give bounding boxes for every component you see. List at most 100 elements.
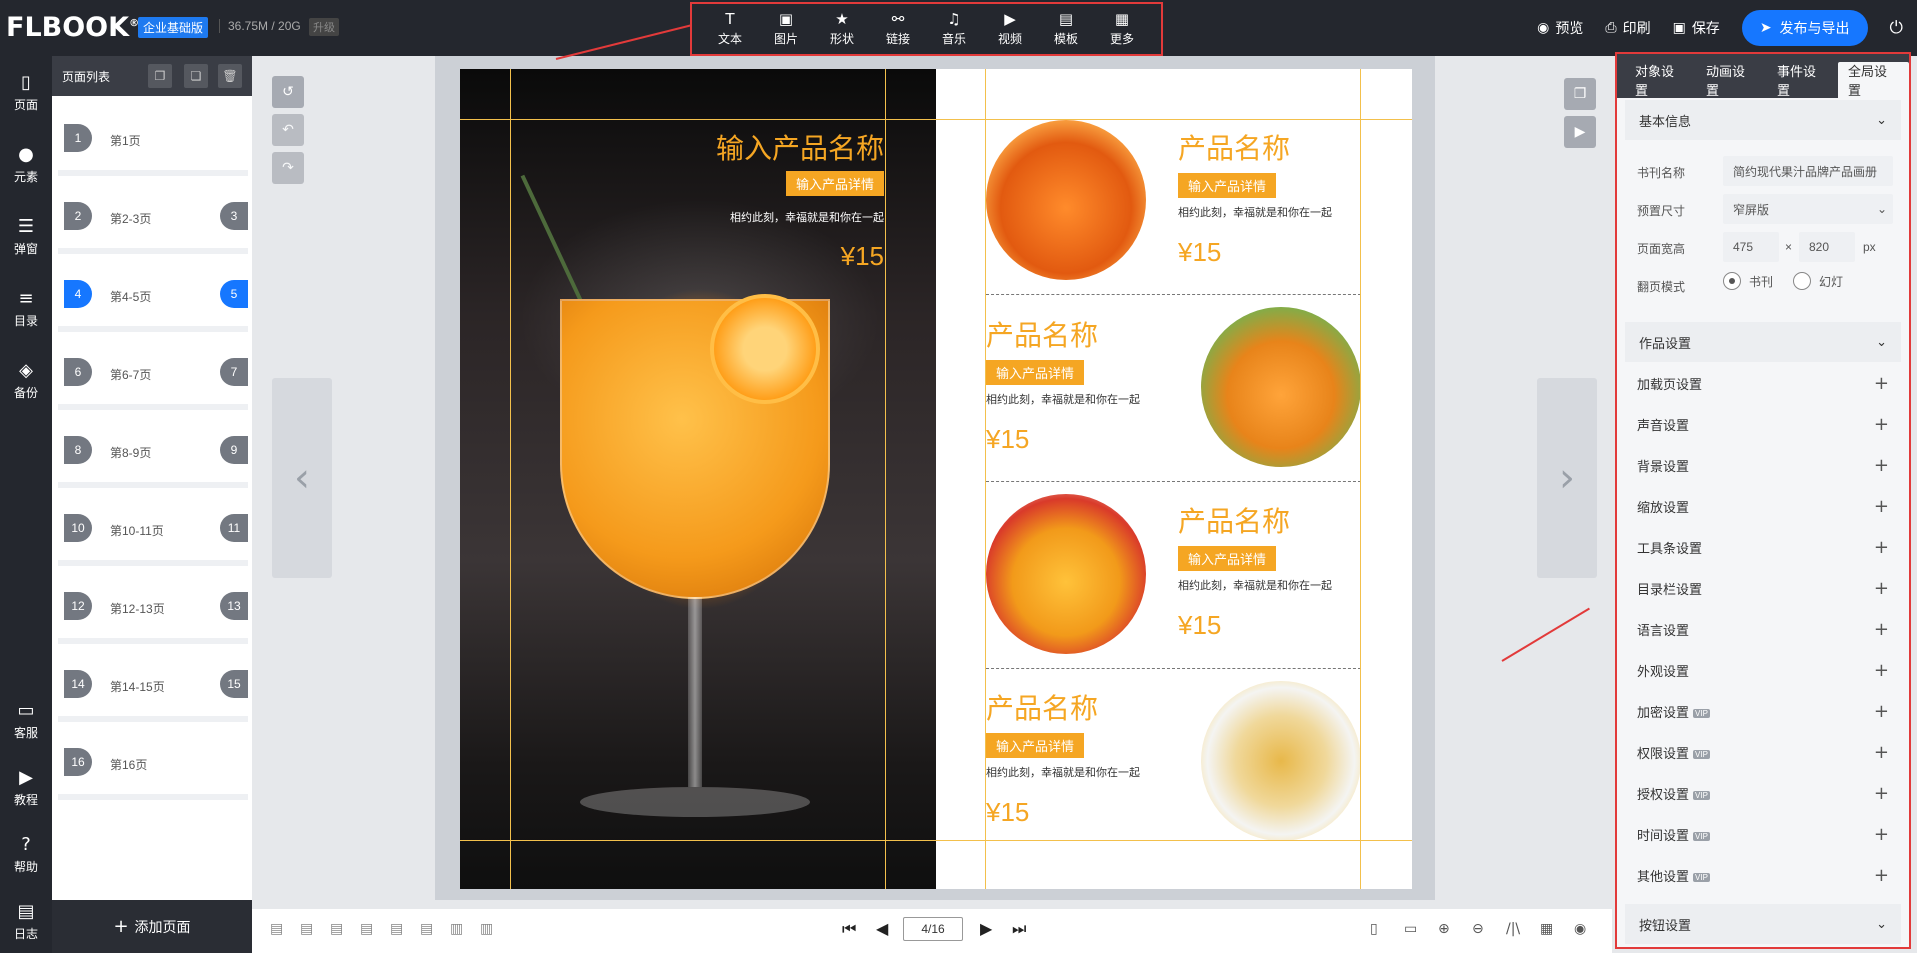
- tab-object[interactable]: 对象设置: [1625, 62, 1696, 98]
- product-image-3[interactable]: [986, 494, 1146, 654]
- undo-icon[interactable]: ↶: [272, 114, 304, 146]
- nav-backup[interactable]: ◈ 备份: [0, 360, 52, 401]
- page-row-active[interactable]: 4 第4-5页 5: [58, 262, 248, 332]
- next-page-arrow-icon[interactable]: ›: [1537, 378, 1597, 578]
- setting-row[interactable]: 目录栏设置 +: [1625, 568, 1901, 609]
- product-price-4[interactable]: ¥15: [986, 797, 1029, 828]
- product-title-3[interactable]: 产品名称: [1178, 500, 1290, 540]
- copy-page-icon[interactable]: ❐: [148, 64, 172, 88]
- page-width-input[interactable]: 475: [1723, 232, 1779, 262]
- setting-row[interactable]: 加载页设置 +: [1625, 363, 1901, 404]
- page-row[interactable]: 10 第10-11页 11: [58, 496, 248, 566]
- product-title-1[interactable]: 产品名称: [1178, 127, 1290, 167]
- add-page-button[interactable]: + 添加页面: [52, 900, 252, 953]
- left-page[interactable]: 输入产品名称 输入产品详情 相约此刻，幸福就是和你在一起 ¥15: [460, 69, 936, 889]
- page-number-input[interactable]: 4/16: [903, 917, 963, 941]
- product-tag-3[interactable]: 输入产品详情: [1178, 546, 1277, 571]
- redo-icon[interactable]: ↷: [272, 152, 304, 184]
- settings-icon[interactable]: ◉: [1574, 921, 1586, 937]
- tool-video[interactable]: ▶ 视频: [982, 4, 1038, 54]
- product-image-4[interactable]: [1201, 681, 1361, 841]
- button-settings-header[interactable]: 按钮设置 ⌄: [1625, 904, 1901, 944]
- left-product-tag[interactable]: 输入产品详情: [785, 171, 884, 196]
- product-tag-2[interactable]: 输入产品详情: [986, 360, 1085, 385]
- nav-tutorial[interactable]: ▶ 教程: [0, 767, 52, 808]
- product-slogan-2[interactable]: 相约此刻，幸福就是和你在一起: [986, 391, 1140, 407]
- tool-text[interactable]: T 文本: [702, 4, 758, 54]
- duplicate-page-icon[interactable]: ❏: [184, 64, 208, 88]
- tool-template[interactable]: ▤ 模板: [1038, 4, 1094, 54]
- page-row[interactable]: 14 第14-15页 15: [58, 652, 248, 722]
- align-center-icon[interactable]: ▤: [300, 921, 313, 937]
- distribute-h-icon[interactable]: ▥: [450, 921, 463, 937]
- product-image-2[interactable]: [1201, 307, 1361, 467]
- history-icon[interactable]: ↺: [272, 76, 304, 108]
- product-tag-1[interactable]: 输入产品详情: [1178, 173, 1277, 198]
- last-page-icon[interactable]: ⏭: [1012, 919, 1026, 939]
- ruler-icon[interactable]: /|\: [1506, 921, 1520, 937]
- tool-more[interactable]: ▦ 更多: [1094, 4, 1150, 54]
- left-product-price[interactable]: ¥15: [841, 241, 884, 272]
- product-slogan-1[interactable]: 相约此刻，幸福就是和你在一起: [1178, 204, 1332, 220]
- setting-row[interactable]: 声音设置 +: [1625, 404, 1901, 445]
- power-icon[interactable]: ⏻: [1890, 18, 1903, 38]
- nav-support[interactable]: ▭ 客服: [0, 700, 52, 741]
- delete-page-icon[interactable]: 🗑: [218, 64, 242, 88]
- tab-animation[interactable]: 动画设置: [1696, 62, 1767, 98]
- setting-row[interactable]: 工具条设置 +: [1625, 527, 1901, 568]
- nav-pages[interactable]: ▯ 页面: [0, 72, 52, 113]
- product-slogan-3[interactable]: 相约此刻，幸福就是和你在一起: [1178, 577, 1332, 593]
- page-row[interactable]: 12 第12-13页 13: [58, 574, 248, 644]
- setting-row[interactable]: 加密设置 VIP +: [1625, 691, 1901, 732]
- prev-page-arrow-icon[interactable]: ‹: [272, 378, 332, 578]
- align-middle-icon[interactable]: ▤: [390, 921, 403, 937]
- align-left-icon[interactable]: ▤: [270, 921, 283, 937]
- align-right-icon[interactable]: ▤: [330, 921, 343, 937]
- publish-button[interactable]: ➤ 发布与导出: [1741, 10, 1868, 46]
- product-price-2[interactable]: ¥15: [986, 424, 1029, 455]
- save-button[interactable]: ▣ 保存: [1673, 18, 1720, 38]
- nav-popup[interactable]: ☰ 弹窗: [0, 216, 52, 257]
- setting-row[interactable]: 背景设置 +: [1625, 445, 1901, 486]
- setting-row[interactable]: 缩放设置 +: [1625, 486, 1901, 527]
- next-page-icon[interactable]: ▶: [980, 919, 992, 938]
- product-title-4[interactable]: 产品名称: [986, 687, 1098, 727]
- setting-row[interactable]: 外观设置 +: [1625, 650, 1901, 691]
- setting-row[interactable]: 权限设置 VIP +: [1625, 732, 1901, 773]
- right-page[interactable]: 产品名称 输入产品详情 相约此刻，幸福就是和你在一起 ¥15 产品名称 输入产品…: [936, 69, 1412, 889]
- tab-global[interactable]: 全局设置: [1838, 62, 1909, 98]
- upgrade-button[interactable]: 升级: [309, 18, 339, 36]
- spread-icon[interactable]: ▭: [1404, 921, 1417, 937]
- product-title-2[interactable]: 产品名称: [986, 314, 1098, 354]
- product-image-1[interactable]: [986, 120, 1146, 280]
- play-preview-icon[interactable]: ▶: [1564, 116, 1596, 148]
- mode-book-radio[interactable]: 书刊: [1723, 272, 1773, 290]
- page-settings-icon[interactable]: ❐: [1564, 78, 1596, 110]
- setting-row[interactable]: 语言设置 +: [1625, 609, 1901, 650]
- nav-help[interactable]: ? 帮助: [0, 834, 52, 875]
- tab-event[interactable]: 事件设置: [1767, 62, 1838, 98]
- book-name-input[interactable]: 简约现代果汁品牌产品画册: [1723, 156, 1893, 186]
- basic-info-header[interactable]: 基本信息 ⌄: [1625, 100, 1901, 140]
- product-slogan-4[interactable]: 相约此刻，幸福就是和你在一起: [986, 764, 1140, 780]
- work-settings-header[interactable]: 作品设置 ⌄: [1625, 322, 1901, 362]
- page-row[interactable]: 8 第8-9页 9: [58, 418, 248, 488]
- distribute-v-icon[interactable]: ▥: [480, 921, 493, 937]
- product-price-3[interactable]: ¥15: [1178, 610, 1221, 641]
- nav-elements[interactable]: ● 元素: [0, 144, 52, 185]
- prev-page-icon[interactable]: ◀: [876, 919, 888, 938]
- preview-button[interactable]: ◉ 预览: [1537, 18, 1583, 38]
- tool-music[interactable]: ♫ 音乐: [926, 4, 982, 54]
- print-button[interactable]: ⎙ 印刷: [1605, 18, 1650, 38]
- tool-link[interactable]: ⚯ 链接: [870, 4, 926, 54]
- page-row[interactable]: 16 第16页: [58, 730, 248, 800]
- first-page-icon[interactable]: ⏮: [842, 919, 856, 939]
- left-product-slogan[interactable]: 相约此刻，幸福就是和你在一起: [730, 209, 884, 225]
- setting-row[interactable]: 授权设置 VIP +: [1625, 773, 1901, 814]
- left-product-title[interactable]: 输入产品名称: [716, 127, 884, 167]
- tool-shape[interactable]: ★ 形状: [814, 4, 870, 54]
- page-row[interactable]: 6 第6-7页 7: [58, 340, 248, 410]
- page-row[interactable]: 2 第2-3页 3: [58, 184, 248, 254]
- tool-image[interactable]: ▣ 图片: [758, 4, 814, 54]
- mode-slide-radio[interactable]: 幻灯: [1793, 272, 1843, 290]
